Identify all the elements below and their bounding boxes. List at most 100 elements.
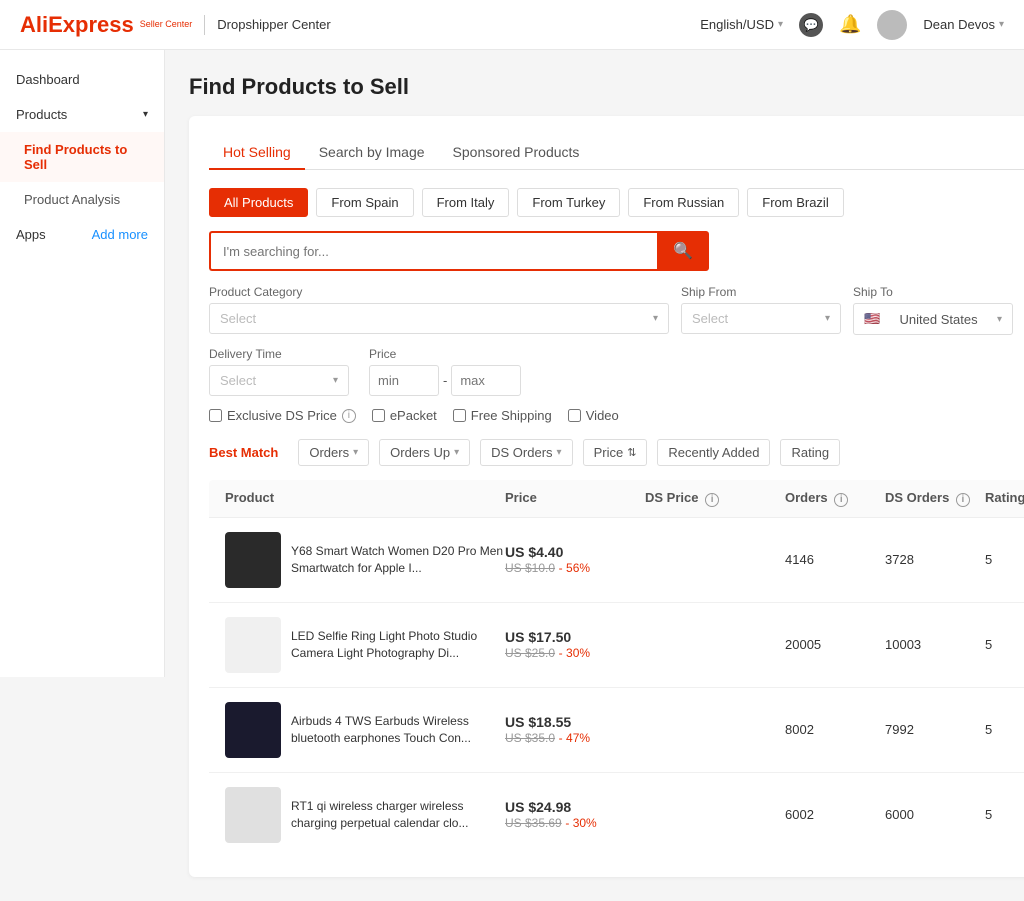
header-right: English/USD ▾ 💬 🔔 Dean Devos ▾ [700,10,1004,40]
checkbox-epacket[interactable]: ePacket [372,408,437,423]
checkbox-exclusive-ds-price[interactable]: Exclusive DS Price i [209,408,356,423]
info-icon[interactable]: i [834,493,848,507]
table-header: Product Price DS Price i Orders i DS Ord… [209,480,1024,518]
header-left: AliExpress Seller Center Dropshipper Cen… [20,12,331,38]
chevron-down-icon: ▾ [143,109,148,120]
filter-from-russian[interactable]: From Russian [628,188,739,217]
header: AliExpress Seller Center Dropshipper Cen… [0,0,1024,50]
ship-from-label: Ship From [681,285,841,299]
ship-from-select[interactable]: Select ▾ [681,303,841,334]
delivery-time-label: Delivery Time [209,347,349,361]
table-row: RT1 qi wireless charger wireless chargin… [209,773,1024,857]
col-ds-orders: DS Orders i [885,490,985,507]
product-thumbnail [225,787,281,843]
checkbox-video[interactable]: Video [568,408,619,423]
price-original: US $35.69 [505,816,562,830]
product-thumbnail [225,702,281,758]
sort-ds-orders[interactable]: DS Orders ▾ [480,439,572,466]
chevron-down-icon: ▾ [997,314,1002,325]
filter-buttons: All Products From Spain From Italy From … [209,188,1024,217]
logo-text: AliExpress [20,12,134,38]
info-icon[interactable]: i [705,493,719,507]
search-row: 🔍 [209,231,709,271]
rating-cell: 5 [985,552,1024,567]
product-category-select[interactable]: Select ▾ [209,303,669,334]
price-min-input[interactable] [369,365,439,396]
sort-best-match[interactable]: Best Match [209,440,288,465]
orders-cell: 4146 [785,552,885,567]
price-dash: - [443,373,447,388]
sort-orders-up[interactable]: Orders Up ▾ [379,439,470,466]
chevron-down-icon: ▾ [653,313,658,324]
table-row: Airbuds 4 TWS Earbuds Wireless bluetooth… [209,688,1024,773]
sort-recently-added[interactable]: Recently Added [657,439,770,466]
price-cell: US $4.40 US $10.0 - 56% [505,544,645,575]
search-input[interactable] [209,231,657,271]
price-original: US $10.0 [505,561,555,575]
ds-orders-cell: 6000 [885,807,985,822]
tab-hot-selling[interactable]: Hot Selling [209,136,305,170]
orders-cell: 6002 [785,807,885,822]
orders-cell: 20005 [785,637,885,652]
delivery-time-group: Delivery Time Select ▾ [209,347,349,396]
price-discount: - 30% [565,816,596,830]
product-name: Airbuds 4 TWS Earbuds Wireless bluetooth… [291,713,505,747]
product-cell: LED Selfie Ring Light Photo Studio Camer… [225,617,505,673]
ds-orders-cell: 3728 [885,552,985,567]
filter-from-italy[interactable]: From Italy [422,188,510,217]
tabs: Hot Selling Search by Image Sponsored Pr… [209,136,1024,170]
add-more-link[interactable]: Add more [92,227,148,242]
sort-rating[interactable]: Rating [780,439,840,466]
sidebar-item-dashboard[interactable]: Dashboard [0,62,164,97]
chevron-down-icon: ▾ [999,19,1004,30]
price-discount: - 30% [559,646,590,660]
price-original: US $35.0 [505,731,555,745]
search-button[interactable]: 🔍 [657,231,709,271]
delivery-time-select[interactable]: Select ▾ [209,365,349,396]
product-name: RT1 qi wireless charger wireless chargin… [291,798,505,832]
col-ds-price: DS Price i [645,490,785,507]
sort-icon: ⇅ [627,446,636,459]
sidebar-item-find-products[interactable]: Find Products to Sell [0,132,164,182]
checkbox-free-shipping[interactable]: Free Shipping [453,408,552,423]
price-main: US $24.98 [505,799,645,815]
layout: Dashboard Products ▾ Find Products to Se… [0,50,1024,901]
sidebar-item-products[interactable]: Products ▾ [0,97,164,132]
price-original: US $25.0 [505,646,555,660]
col-price: Price [505,490,645,507]
sidebar-apps-section: Apps Add more [0,217,164,252]
product-name: LED Selfie Ring Light Photo Studio Camer… [291,628,505,662]
seller-center-label: Seller Center [140,20,193,29]
filter-from-brazil[interactable]: From Brazil [747,188,843,217]
sidebar-item-product-analysis[interactable]: Product Analysis [0,182,164,217]
tab-sponsored-products[interactable]: Sponsored Products [439,136,594,170]
sort-orders[interactable]: Orders ▾ [298,439,369,466]
price-discount: - 56% [559,561,590,575]
content-card: Hot Selling Search by Image Sponsored Pr… [189,116,1024,877]
user-name[interactable]: Dean Devos ▾ [923,17,1004,32]
chat-icon[interactable]: 💬 [799,13,823,37]
tab-search-by-image[interactable]: Search by Image [305,136,439,170]
language-selector[interactable]: English/USD ▾ [700,17,783,32]
filter-from-turkey[interactable]: From Turkey [517,188,620,217]
price-discount: - 47% [559,731,590,745]
logo[interactable]: AliExpress Seller Center [20,12,192,38]
ship-to-select[interactable]: 🇺🇸 United States ▾ [853,303,1013,335]
filter-all-products[interactable]: All Products [209,188,308,217]
notification-icon[interactable]: 🔔 [839,14,861,35]
filter-from-spain[interactable]: From Spain [316,188,413,217]
ship-from-group: Ship From Select ▾ [681,285,841,335]
info-icon[interactable]: i [342,409,356,423]
rating-cell: 5 [985,807,1024,822]
price-max-input[interactable] [451,365,521,396]
chevron-down-icon: ▾ [825,313,830,324]
chevron-down-icon: ▾ [454,447,459,458]
product-cell: Y68 Smart Watch Women D20 Pro Men Smartw… [225,532,505,588]
price-label: Price [369,347,521,361]
price-main: US $17.50 [505,629,645,645]
sort-price[interactable]: Price ⇅ [583,439,648,466]
col-orders: Orders i [785,490,885,507]
product-thumbnail [225,617,281,673]
info-icon[interactable]: i [956,493,970,507]
col-rating: Rating [985,490,1024,507]
